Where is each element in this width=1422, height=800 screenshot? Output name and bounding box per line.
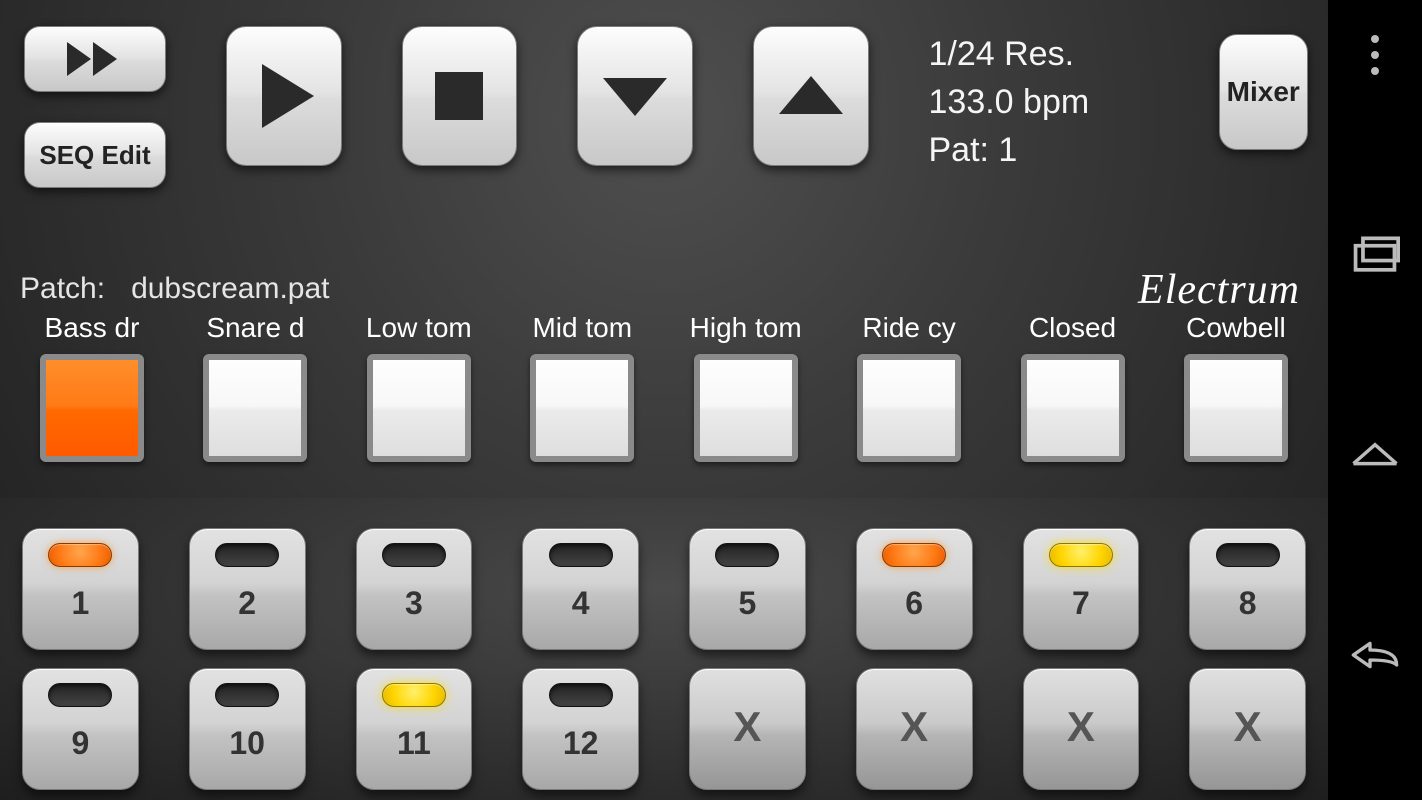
instruments-row: Bass dr Snare d Low tom Mid tom High tom Ride…	[0, 312, 1328, 462]
patch-label: Patch:	[20, 272, 105, 306]
instrument-pad[interactable]	[40, 354, 144, 462]
app-main: SEQ Edit 1/24 Res. 133.0 bpm	[0, 0, 1328, 800]
step-led	[48, 683, 112, 707]
step-number: 11	[397, 725, 431, 762]
step-disabled-label: X	[1234, 703, 1262, 751]
step-3[interactable]: 3	[356, 528, 473, 650]
instrument-pad[interactable]	[530, 354, 634, 462]
instrument-label: Mid tom	[532, 312, 632, 344]
sequencer-grid: 123456789101112XXXX	[0, 498, 1328, 790]
step-10[interactable]: 10	[189, 668, 306, 790]
step-14: X	[856, 668, 973, 790]
patch-row: Patch: dubscream.pat Electrum	[20, 272, 1308, 306]
step-number: 3	[405, 585, 423, 622]
instrument-2: Low tom	[349, 312, 489, 462]
instrument-6: Closed	[1003, 312, 1143, 462]
pattern-text: Pat: 1	[929, 126, 1129, 174]
instrument-label: Cowbell	[1186, 312, 1286, 344]
step-number: 8	[1239, 585, 1257, 622]
info-panel: 1/24 Res. 133.0 bpm Pat: 1	[929, 26, 1129, 174]
step-12[interactable]: 12	[522, 668, 639, 790]
brand-logo: Electrum	[1138, 266, 1300, 314]
step-15: X	[1023, 668, 1140, 790]
back-icon[interactable]	[1350, 630, 1400, 680]
step-led	[715, 543, 779, 567]
instrument-4: High tom	[676, 312, 816, 462]
step-led	[1216, 543, 1280, 567]
android-navbar	[1328, 0, 1422, 800]
step-1[interactable]: 1	[22, 528, 139, 650]
mixer-button[interactable]: Mixer	[1219, 34, 1309, 150]
step-7[interactable]: 7	[1023, 528, 1140, 650]
step-2[interactable]: 2	[189, 528, 306, 650]
step-number: 5	[738, 585, 756, 622]
instrument-pad[interactable]	[1184, 354, 1288, 462]
step-led	[382, 543, 446, 567]
step-led	[549, 543, 613, 567]
step-led	[215, 683, 279, 707]
step-led	[1049, 543, 1113, 567]
small-button-stack: SEQ Edit	[24, 26, 166, 188]
sequencer-area: 123456789101112XXXX	[0, 498, 1328, 800]
instrument-pad[interactable]	[367, 354, 471, 462]
step-number: 10	[229, 725, 265, 762]
step-disabled-label: X	[900, 703, 928, 751]
fast-forward-icon	[67, 42, 123, 76]
instrument-label: Closed	[1029, 312, 1116, 344]
down-button[interactable]	[577, 26, 693, 166]
step-4[interactable]: 4	[522, 528, 639, 650]
instrument-label: Low tom	[366, 312, 472, 344]
instrument-7: Cowbell	[1166, 312, 1306, 462]
step-8[interactable]: 8	[1189, 528, 1306, 650]
step-led	[549, 683, 613, 707]
step-16: X	[1189, 668, 1306, 790]
step-11[interactable]: 11	[356, 668, 473, 790]
bpm-text: 133.0 bpm	[929, 78, 1129, 126]
instrument-3: Mid tom	[512, 312, 652, 462]
instrument-pad[interactable]	[857, 354, 961, 462]
step-led	[382, 683, 446, 707]
step-number: 6	[905, 585, 923, 622]
play-button[interactable]	[226, 26, 342, 166]
step-led	[882, 543, 946, 567]
chevron-down-icon	[595, 56, 675, 136]
step-9[interactable]: 9	[22, 668, 139, 790]
home-icon[interactable]	[1350, 430, 1400, 480]
step-led	[48, 543, 112, 567]
resolution-text: 1/24 Res.	[929, 30, 1129, 78]
step-number: 9	[71, 725, 89, 762]
step-13: X	[689, 668, 806, 790]
instrument-pad[interactable]	[1021, 354, 1125, 462]
instrument-5: Ride cy	[839, 312, 979, 462]
instrument-1: Snare d	[185, 312, 325, 462]
overflow-menu-icon[interactable]	[1350, 30, 1400, 80]
step-disabled-label: X	[733, 703, 761, 751]
up-button[interactable]	[753, 26, 869, 166]
stop-button[interactable]	[402, 26, 518, 166]
instrument-label: High tom	[690, 312, 802, 344]
instrument-pad[interactable]	[203, 354, 307, 462]
patch-name: dubscream.pat	[131, 272, 329, 306]
instrument-label: Bass dr	[45, 312, 140, 344]
seq-edit-button[interactable]: SEQ Edit	[24, 122, 166, 188]
step-number: 1	[71, 585, 89, 622]
instrument-0: Bass dr	[22, 312, 162, 462]
step-number: 2	[238, 585, 256, 622]
instrument-label: Snare d	[206, 312, 304, 344]
step-led	[215, 543, 279, 567]
instrument-label: Ride cy	[862, 312, 955, 344]
play-icon	[244, 56, 324, 136]
step-6[interactable]: 6	[856, 528, 973, 650]
step-number: 12	[563, 725, 599, 762]
step-5[interactable]: 5	[689, 528, 806, 650]
chevron-up-icon	[771, 56, 851, 136]
stop-icon	[419, 56, 499, 136]
transport-row: SEQ Edit 1/24 Res. 133.0 bpm	[0, 0, 1328, 188]
recent-apps-icon[interactable]	[1350, 230, 1400, 280]
step-disabled-label: X	[1067, 703, 1095, 751]
step-number: 4	[572, 585, 590, 622]
fast-forward-button[interactable]	[24, 26, 166, 92]
instrument-pad[interactable]	[694, 354, 798, 462]
step-number: 7	[1072, 585, 1090, 622]
